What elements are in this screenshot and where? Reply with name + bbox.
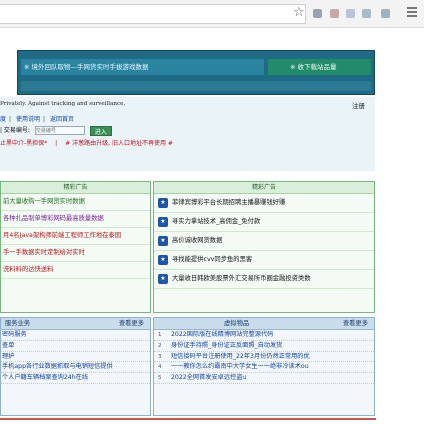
register-link[interactable]: 注册 bbox=[352, 100, 365, 110]
item-number: 3 bbox=[158, 353, 162, 360]
home-link[interactable]: 返回首页 bbox=[50, 116, 74, 123]
ad-link[interactable]: 前大量收购一手网货实时数据 bbox=[1, 194, 150, 211]
ad-link[interactable]: 手一手数据实时定制给对实时 bbox=[1, 245, 150, 262]
ad-link-text[interactable]: 手一手数据实时定制给对实时 bbox=[3, 249, 85, 256]
list-item[interactable]: 5 2022全网首发安卓远控盗u bbox=[154, 373, 374, 384]
list-item[interactable]: 查单 bbox=[1, 341, 150, 352]
bottom-divider bbox=[0, 418, 376, 420]
ads-left-header: 精彩广告 bbox=[1, 182, 150, 194]
list-item[interactable]: 4 一一教你怎么约霸南中大学女生一一绝非冷读术ou bbox=[154, 362, 374, 374]
star-badge-icon: ★ bbox=[158, 274, 168, 284]
ad-link[interactable]: ★ 寻实力拿站技术_高佣金_免付款 bbox=[154, 213, 374, 232]
ad-link[interactable]: 洗料料的达快送料 bbox=[1, 262, 150, 279]
nav-links: 度 | 使用说明 | 返回首页 bbox=[0, 116, 74, 123]
list-item[interactable]: 理护 bbox=[1, 352, 150, 363]
item-number: 4 bbox=[158, 364, 162, 371]
item-link[interactable]: 短信接码平台注册使用_22年3月份仍然正常用的优 bbox=[171, 352, 310, 362]
services-more-link[interactable]: 查看更多 bbox=[119, 318, 144, 330]
item-link[interactable]: 2022国际版在线精博网站完整源代码 bbox=[171, 330, 273, 340]
services-title: 服务业务 bbox=[5, 320, 31, 327]
info-panel: Privately. Against tracking and surveill… bbox=[0, 97, 375, 171]
enter-button[interactable]: 进入 bbox=[89, 125, 112, 136]
extension-icon[interactable] bbox=[330, 9, 339, 18]
item-number: 2 bbox=[158, 342, 162, 349]
ad-link-text[interactable]: 洗料料的达快送料 bbox=[3, 266, 53, 273]
list-item[interactable]: 手机app各行业数据抓取与电销短信提供 bbox=[1, 362, 150, 374]
virtual-goods-list: 虚拟物品 查看更多 1 2022国际版在线精博网站完整源代码 2 身份证手持照_身份… bbox=[153, 317, 375, 416]
star-badge-icon: ★ bbox=[158, 198, 168, 208]
help-link[interactable]: 使用说明 bbox=[16, 116, 40, 123]
virtual-goods-title: 虚拟物品 bbox=[224, 320, 250, 327]
ad-link[interactable]: ★ 高价诚收网货数据 bbox=[154, 232, 374, 251]
item-number: 1 bbox=[158, 332, 162, 338]
star-badge-icon: ★ bbox=[158, 217, 168, 227]
trade-number-input[interactable] bbox=[34, 126, 85, 135]
browser-toolbar: ☆ bbox=[0, 0, 424, 28]
list-item[interactable]: 2 身份证手持照_身份证正反面照_自动发货 bbox=[154, 341, 374, 352]
nav-link[interactable]: 度 bbox=[0, 116, 6, 123]
item-link[interactable]: 一一教你怎么约霸南中大学女生一一绝非冷读术ou bbox=[171, 362, 309, 372]
ads-right-panel: 精彩广告 ★ 菲律宾博彩平台长期招聘主播暴赚钱好赚 ★ 寻实力拿站技术_高佣金_… bbox=[153, 181, 375, 313]
virtual-goods-more-link[interactable]: 查看更多 bbox=[343, 318, 368, 330]
address-bar[interactable] bbox=[0, 4, 306, 24]
item-link[interactable]: 2022全网首发安卓远控盗u bbox=[171, 373, 246, 383]
banner-left-link[interactable]: ※ 境外回队取物—手网货实时手拔游戏数据 bbox=[21, 59, 264, 75]
warning-separator: | bbox=[55, 140, 58, 147]
ad-link-text[interactable]: 各种扎品制单博彩网码最高质量数据 bbox=[3, 215, 104, 222]
hamburger-menu-icon[interactable] bbox=[407, 7, 417, 19]
services-header: 服务业务 查看更多 bbox=[1, 318, 150, 330]
site-banner: ※ 境外回队取物—手网货实时手拔游戏数据 ※ 收下载站品量 bbox=[17, 50, 375, 95]
ad-link-text[interactable]: 寻找能提供cvv同步鱼的黑客 bbox=[172, 251, 252, 269]
star-badge-icon: ★ bbox=[158, 255, 168, 265]
virtual-goods-header: 虚拟物品 查看更多 bbox=[154, 318, 374, 330]
list-item[interactable]: 个人户籍车辆档案查询24h在线 bbox=[1, 373, 150, 384]
banner-strip bbox=[21, 81, 371, 91]
star-icon[interactable]: ☆ bbox=[293, 6, 305, 20]
ad-link-text[interactable]: 菲律宾博彩平台长期招聘主播暴赚钱好赚 bbox=[172, 194, 285, 212]
extension-icon[interactable] bbox=[346, 9, 355, 18]
extension-icon[interactable] bbox=[381, 9, 390, 18]
trade-lookup: | 交易编号: 进入 bbox=[0, 125, 112, 136]
list-item[interactable]: 密码服务 bbox=[1, 330, 150, 341]
page-margin bbox=[376, 30, 424, 424]
item-number: 5 bbox=[158, 375, 162, 382]
extension-icon[interactable] bbox=[313, 9, 322, 18]
extension-icon[interactable] bbox=[362, 9, 371, 18]
warning-right: # 洋葱路由升级, 旧入口地址不再使用 # bbox=[65, 140, 173, 147]
ad-link-text[interactable]: 大量收日韩欧美股票外汇交易所币圈金融投资类数 bbox=[172, 270, 311, 288]
ad-link-text[interactable]: 高价诚收网货数据 bbox=[172, 232, 222, 250]
star-badge-icon: ★ bbox=[158, 236, 168, 246]
ad-link-text[interactable]: 月4名Java架构师前端工程师工作地在泰国 bbox=[3, 232, 121, 239]
ad-link[interactable]: ★ 菲律宾博彩平台长期招聘主播暴赚钱好赚 bbox=[154, 194, 374, 213]
ad-link[interactable]: 各种扎品制单博彩网码最高质量数据 bbox=[1, 211, 150, 228]
warning-line: 止黑中介-黑担保* | # 洋葱路由升级, 旧入口地址不再使用 # bbox=[0, 138, 173, 147]
ad-link[interactable]: ★ 大量收日韩欧美股票外汇交易所币圈金融投资类数 bbox=[154, 270, 374, 289]
ad-link-text[interactable]: 寻实力拿站技术_高佣金_免付款 bbox=[172, 213, 260, 231]
ad-link-text[interactable]: 前大量收购一手网货实时数据 bbox=[3, 198, 85, 205]
warning-left: 止黑中介-黑担保* bbox=[0, 140, 48, 147]
ad-link[interactable]: ★ 寻找能提供cvv同步鱼的黑客 bbox=[154, 251, 374, 270]
ads-left-panel: 精彩广告 前大量收购一手网货实时数据 各种扎品制单博彩网码最高质量数据 月4名J… bbox=[0, 181, 151, 313]
trade-label: | 交易编号: bbox=[0, 127, 30, 134]
privacy-notice: Privately. Against tracking and surveill… bbox=[0, 101, 126, 107]
list-item[interactable]: 3 短信接码平台注册使用_22年3月份仍然正常用的优 bbox=[154, 352, 374, 363]
ads-right-header: 精彩广告 bbox=[154, 182, 374, 194]
list-item[interactable]: 1 2022国际版在线精博网站完整源代码 bbox=[154, 330, 374, 341]
ad-link[interactable]: 月4名Java架构师前端工程师工作地在泰国 bbox=[1, 228, 150, 245]
item-link[interactable]: 身份证手持照_身份证正反面照_自动发货 bbox=[171, 341, 282, 351]
banner-right-link[interactable]: ※ 收下载站品量 bbox=[268, 59, 371, 75]
services-list: 服务业务 查看更多 密码服务 查单 理护 手机app各行业数据抓取与电销短信提供… bbox=[0, 317, 151, 416]
